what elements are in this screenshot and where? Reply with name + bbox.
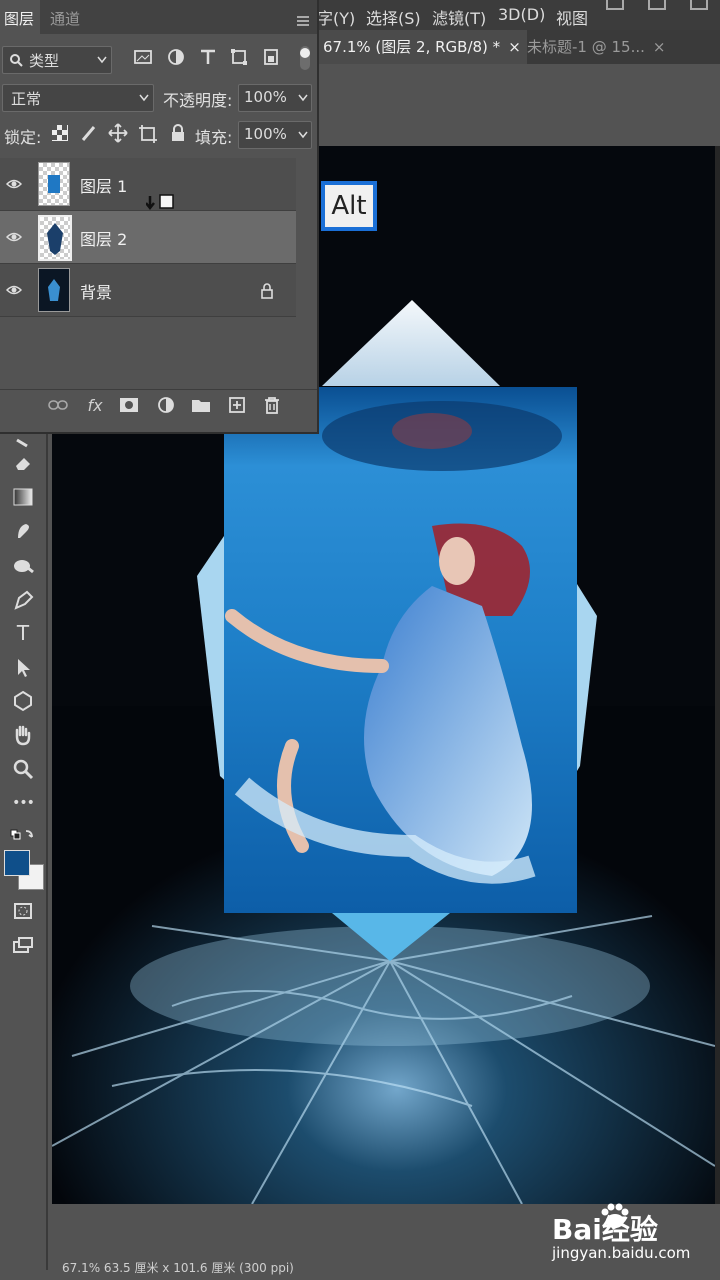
layer-thumbnail <box>38 162 70 206</box>
menu-3d[interactable]: 3D(D) <box>498 5 545 24</box>
document-tab-bar: 67.1% (图层 2, RGB/8) * × 未标题-1 @ 15... × <box>317 30 720 64</box>
pen-icon[interactable] <box>10 586 36 612</box>
eraser-icon[interactable] <box>10 450 36 476</box>
chevron-down-icon <box>298 131 308 139</box>
canvas-pasteboard <box>317 64 720 146</box>
watermark-brand: Bai经验 <box>552 1213 658 1246</box>
menu-select[interactable]: 选择(S) <box>366 5 421 29</box>
watermark-url: jingyan.baidu.com <box>552 1244 691 1262</box>
path-select-icon[interactable] <box>10 654 36 680</box>
fill-label: 填充: <box>195 128 233 147</box>
close-icon[interactable]: × <box>508 38 521 56</box>
gradient-icon[interactable] <box>10 484 36 510</box>
filter-shape-icon[interactable] <box>230 48 248 66</box>
quick-mask-icon[interactable] <box>10 898 36 924</box>
layer-row-layer1[interactable]: 图层 1 <box>0 158 296 211</box>
mask-icon[interactable] <box>118 394 140 416</box>
tab-layers[interactable]: 图层 <box>4 8 34 29</box>
tab-title: 未标题-1 @ 15... <box>527 38 645 56</box>
lock-artboard-icon[interactable] <box>138 124 158 144</box>
layer-thumbnail <box>38 268 70 312</box>
eye-icon[interactable] <box>6 177 22 191</box>
menu-type[interactable]: 字(Y) <box>317 5 355 29</box>
screen-mode-icon[interactable] <box>10 932 36 958</box>
close-icon[interactable]: × <box>653 38 666 56</box>
dodge-icon[interactable] <box>10 552 36 578</box>
type-icon[interactable]: T <box>10 620 36 646</box>
color-swatch[interactable] <box>4 850 44 890</box>
fill-input[interactable]: 100% <box>238 121 312 149</box>
layer-row-layer2[interactable]: 图层 2 <box>0 211 296 264</box>
lock-icon <box>261 283 273 299</box>
filter-pixel-icon[interactable] <box>134 48 152 66</box>
minimize-icon[interactable] <box>606 0 624 10</box>
tab-title: 67.1% (图层 2, RGB/8) * <box>323 38 501 56</box>
filter-kind-label: 类型 <box>29 52 60 70</box>
layer-name[interactable]: 背景 <box>80 279 112 303</box>
layers-empty-area <box>0 317 296 389</box>
zoom-icon[interactable] <box>10 756 36 782</box>
tools-panel: T ••• <box>0 430 48 1270</box>
chevron-down-icon <box>139 94 149 102</box>
smudge-icon[interactable] <box>10 518 36 544</box>
new-layer-icon[interactable] <box>226 394 248 416</box>
layer-thumbnail <box>38 215 72 261</box>
swap-colors-icon[interactable] <box>10 822 36 848</box>
lock-pixels-icon[interactable] <box>80 124 98 142</box>
filter-toggle[interactable] <box>300 46 310 70</box>
adjustment-icon[interactable] <box>155 394 177 416</box>
menu-view[interactable]: 视图 <box>556 5 588 29</box>
lock-label: 锁定: <box>4 128 42 147</box>
eye-icon[interactable] <box>6 283 22 297</box>
more-icon[interactable]: ••• <box>10 790 36 816</box>
fill-value: 100% <box>244 125 287 143</box>
blend-mode-value: 正常 <box>11 90 42 108</box>
blend-mode-select[interactable]: 正常 <box>2 84 154 112</box>
lock-all-icon[interactable] <box>170 124 186 142</box>
fx-icon[interactable]: fx <box>84 394 106 416</box>
foreground-color-swatch[interactable] <box>4 850 30 876</box>
panel-menu-icon[interactable] <box>296 12 310 31</box>
layer-name[interactable]: 图层 1 <box>80 173 127 197</box>
menu-filter[interactable]: 滤镜(T) <box>432 5 486 29</box>
tab-document-untitled[interactable]: 未标题-1 @ 15... × <box>521 30 671 64</box>
folder-icon[interactable] <box>190 394 212 416</box>
filter-type-icon[interactable] <box>199 48 217 66</box>
eye-icon[interactable] <box>6 230 22 244</box>
shape-icon[interactable] <box>10 688 36 714</box>
opacity-value: 100% <box>244 88 287 106</box>
trash-icon[interactable] <box>261 394 283 416</box>
alt-key-overlay: Alt <box>321 181 377 231</box>
lock-position-icon[interactable] <box>108 123 128 143</box>
layer-name[interactable]: 图层 2 <box>80 226 127 250</box>
opacity-label: 不透明度: <box>163 91 233 110</box>
hand-icon[interactable] <box>10 722 36 748</box>
search-icon <box>10 54 23 67</box>
chevron-down-icon <box>97 56 107 64</box>
tab-document-active[interactable]: 67.1% (图层 2, RGB/8) * × <box>317 30 527 64</box>
tab-channels[interactable]: 通道 <box>50 8 80 29</box>
filter-smart-object-icon[interactable] <box>262 48 280 66</box>
filter-adjustment-icon[interactable] <box>167 48 185 66</box>
chevron-down-icon <box>298 94 308 102</box>
maximize-icon[interactable] <box>648 0 666 10</box>
status-text: 67.1% 63.5 厘米 x 101.6 厘米 (300 ppi) <box>62 1261 294 1275</box>
opacity-input[interactable]: 100% <box>238 84 312 112</box>
filter-kind-select[interactable]: 类型 <box>2 46 112 74</box>
close-window-icon[interactable] <box>690 0 708 10</box>
layer-row-background[interactable]: 背景 <box>0 264 296 317</box>
link-icon[interactable] <box>47 394 69 416</box>
baidu-watermark: Bai经验 jingyan.baidu.com <box>552 1200 712 1270</box>
layers-panel: 图层 通道 类型 正常 不透明度: 100% 锁定: 填充: 100% 图层 1 <box>0 0 319 434</box>
panel-tab-bar: 图层 通道 <box>0 0 317 34</box>
lock-transparent-icon[interactable] <box>52 125 68 141</box>
